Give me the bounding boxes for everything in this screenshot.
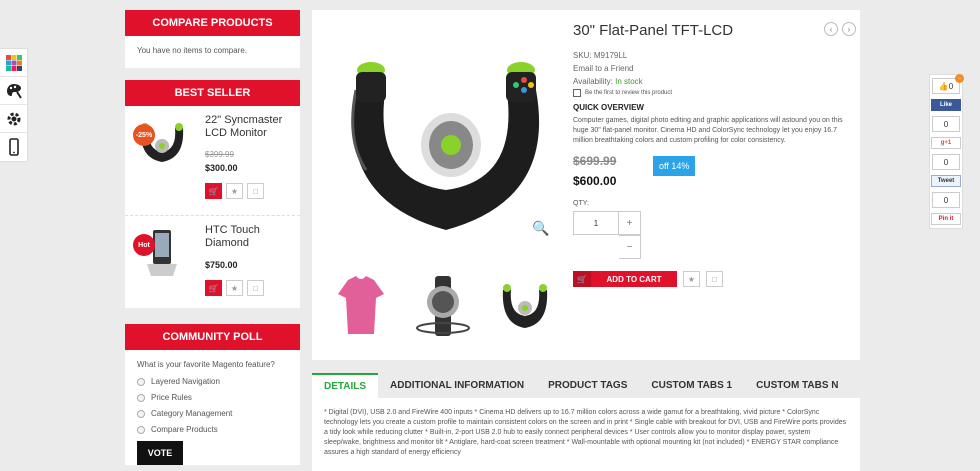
radio-button[interactable] (137, 409, 145, 418)
facebook-like-button[interactable]: Like (931, 99, 961, 111)
thumbnail-wheel[interactable] (490, 272, 560, 340)
compare-icon[interactable]: □ (706, 271, 723, 287)
google-plus-count: 0 (932, 154, 960, 170)
pinterest-count: 0 (932, 192, 960, 208)
tool-rail (0, 48, 28, 162)
wishlist-star-icon[interactable]: ★ (683, 271, 700, 287)
add-to-cart-button[interactable]: 🛒 ADD TO CART (573, 271, 677, 287)
thumbnail-strip (326, 272, 560, 340)
tab-custom-tabs-n[interactable]: CUSTOM TABS N (744, 373, 850, 398)
best-seller-title: BEST SELLER (125, 80, 300, 106)
close-icon[interactable]: − (955, 74, 964, 83)
edit-icon (573, 89, 581, 97)
compare-title: COMPARE PRODUCTS (125, 10, 300, 36)
compare-icon[interactable]: □ (247, 183, 264, 199)
product-thumb-wheel[interactable]: -25% (133, 114, 191, 174)
special-price: $600.00 (573, 174, 617, 188)
vote-button[interactable]: VOTE (137, 441, 183, 465)
poll-question: What is your favorite Magento feature? (137, 360, 275, 369)
quick-overview-text: Computer games, digital photo editing an… (573, 117, 843, 144)
tab-product-tags[interactable]: PRODUCT TAGS (536, 373, 639, 398)
compare-icon[interactable]: □ (247, 280, 264, 296)
best-seller-block: BEST SELLER -25% 22" Syncmaster LCD Moni… (125, 80, 300, 308)
tweet-button[interactable]: Tweet (931, 175, 961, 187)
facebook-count: 0 (932, 116, 960, 132)
radio-button[interactable] (137, 393, 145, 402)
radio-button[interactable] (137, 425, 145, 434)
hot-badge: Hot (133, 234, 155, 256)
compare-empty-text: You have no items to compare. (137, 46, 247, 55)
gear-icon[interactable] (0, 105, 27, 133)
pin-it-button[interactable]: Pin it (931, 213, 961, 225)
thumbnail-shirt[interactable] (326, 272, 396, 340)
sidebar: COMPARE PRODUCTS You have no items to co… (125, 10, 300, 471)
product-thumb-phone[interactable]: Hot (133, 224, 191, 284)
qty-plus-button[interactable]: + (619, 211, 641, 235)
paint-palette-icon[interactable] (0, 77, 27, 105)
qty-minus-button[interactable]: − (619, 235, 641, 259)
old-price: $699.99 (573, 154, 617, 168)
radio-button[interactable] (137, 377, 145, 386)
zoom-icon[interactable]: 🔍 (532, 220, 549, 237)
tab-details[interactable]: DETAILS (312, 373, 379, 398)
like-button[interactable]: 👍 0− (932, 74, 964, 94)
best-seller-price: $300.00 (205, 163, 238, 173)
best-seller-item: -25% 22" Syncmaster LCD Monitor $399.99 … (125, 106, 300, 216)
email-friend-link[interactable]: Email to a Friend (573, 64, 853, 73)
wishlist-star-icon[interactable]: ★ (226, 280, 243, 296)
poll-option[interactable]: Price Rules (137, 393, 288, 402)
add-to-cart-icon[interactable]: 🛒 (205, 280, 222, 296)
poll-option[interactable]: Compare Products (137, 425, 288, 434)
wishlist-star-icon[interactable]: ★ (226, 183, 243, 199)
best-seller-name[interactable]: HTC Touch Diamond (205, 224, 292, 250)
quick-overview-title: QUICK OVERVIEW (573, 103, 644, 112)
product-title: 30" Flat-Panel TFT-LCD (573, 22, 734, 39)
product-info: 30" Flat-Panel TFT-LCD SKU: M9179LL Emai… (573, 22, 853, 287)
best-seller-old-price: $399.99 (205, 150, 234, 159)
availability: Availability: In stock (573, 77, 643, 86)
poll-title: COMMUNITY POLL (125, 324, 300, 350)
tab-content: * Digital (DVI), USB 2.0 and FireWire 40… (312, 398, 860, 471)
discount-badge: -25% (133, 124, 155, 146)
google-plus-button[interactable]: g+1 (931, 137, 961, 149)
mobile-icon[interactable] (0, 133, 27, 161)
product-panel: 🔍 ‹ › 30" Flat-Panel TFT-LCD SKU: M9179L… (312, 10, 860, 360)
add-to-cart-icon[interactable]: 🛒 (205, 183, 222, 199)
best-seller-price: $750.00 (205, 260, 238, 270)
color-palette-icon[interactable] (0, 49, 27, 77)
stock-status: In stock (615, 77, 643, 86)
qty-input[interactable]: 1 (573, 211, 619, 235)
product-tabs: DETAILS ADDITIONAL INFORMATION PRODUCT T… (312, 373, 860, 471)
poll-option[interactable]: Category Management (137, 409, 288, 418)
thumbnail-watch[interactable] (408, 272, 478, 340)
poll-block: COMMUNITY POLL What is your favorite Mag… (125, 324, 300, 465)
qty-label: QTY: (573, 200, 589, 207)
tab-custom-tabs-1[interactable]: CUSTOM TABS 1 (639, 373, 744, 398)
discount-badge: off 14% (653, 156, 696, 176)
social-share-bar: 👍 0− Like 0 g+1 0 Tweet 0 Pin it (929, 74, 964, 229)
poll-option[interactable]: Layered Navigation (137, 377, 288, 386)
best-seller-name[interactable]: 22" Syncmaster LCD Monitor (205, 114, 292, 140)
best-seller-item: Hot HTC Touch Diamond $750.00 🛒 ★ □ (125, 216, 300, 308)
tab-additional-information[interactable]: ADDITIONAL INFORMATION (378, 373, 536, 398)
price-box: $699.99 $600.00 off 14% (573, 154, 853, 188)
product-main-image[interactable] (326, 30, 566, 260)
quantity-stepper: 1 + − (573, 211, 853, 259)
cart-icon: 🛒 (573, 271, 591, 287)
product-sku: SKU: M9179LL (573, 51, 628, 60)
review-link[interactable]: Be the first to review this product (573, 89, 853, 97)
compare-block: COMPARE PRODUCTS You have no items to co… (125, 10, 300, 68)
